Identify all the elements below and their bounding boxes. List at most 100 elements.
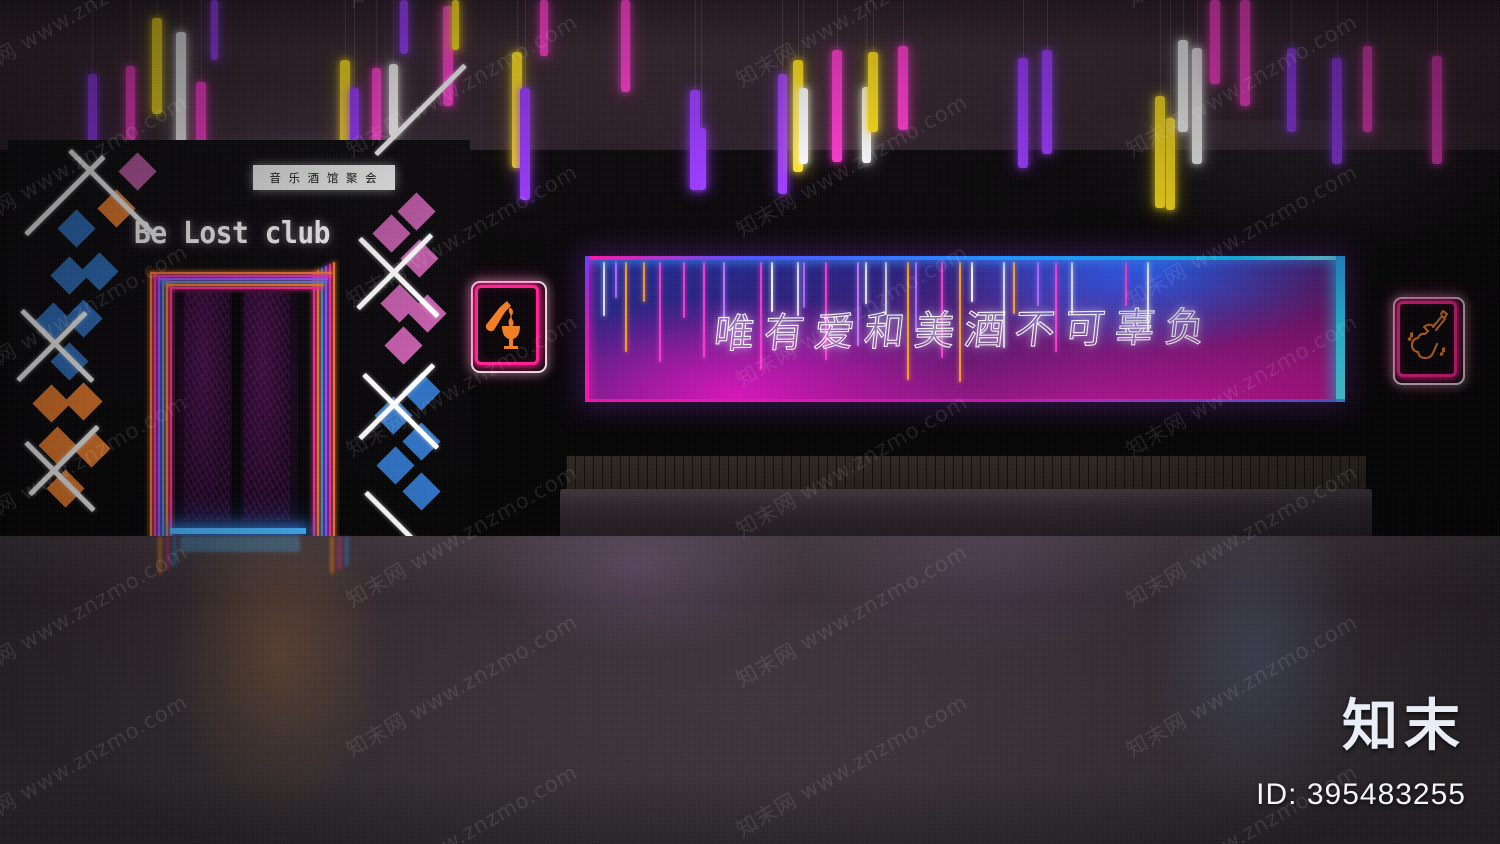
tube-wire [1023, 0, 1024, 58]
tube-wire [525, 0, 526, 88]
tube-wire [376, 0, 377, 68]
door-frame-strip-top [170, 287, 322, 289]
tube-wire [837, 0, 838, 50]
tube-wire [903, 0, 904, 46]
sign-light-bar [971, 262, 973, 302]
tube-wire [803, 0, 804, 88]
door-frame-strip-top [158, 278, 328, 280]
neon-tube [1178, 40, 1188, 132]
banquette-seat [560, 489, 1372, 538]
tube-wire [695, 0, 696, 90]
tube-wire [345, 0, 346, 60]
watermark-logo: 知末 [1342, 694, 1466, 759]
watermark-id: ID: 395483255 [1256, 778, 1466, 811]
chinese-keyword-sign-label: 音 乐 酒 馆 聚 会 [269, 170, 379, 185]
main-backlit-wall-sign: 唯有爱和美酒不可辜负 [585, 256, 1345, 402]
floor-reflection-threshold [180, 536, 300, 552]
tube-wire [1170, 0, 1171, 118]
neon-tube [1192, 48, 1202, 164]
neon-tube [520, 88, 530, 200]
neon-tube [898, 46, 908, 130]
floor-reflection-blue-right [345, 536, 348, 566]
tube-wire [1291, 0, 1292, 48]
neon-tube [1363, 46, 1372, 132]
door-frame-strip-right [317, 270, 319, 538]
door-frame-strip-left [150, 272, 152, 538]
door-frame-strip-left [158, 276, 160, 538]
sign-right-edge-light [1336, 256, 1345, 402]
tube-wire [782, 0, 783, 74]
door-frame-strip-right [325, 266, 327, 538]
sign-light-bar [865, 262, 867, 304]
door-center-seam [232, 290, 241, 538]
door-frame-strip-top [166, 284, 324, 286]
tube-wire [517, 0, 518, 52]
tube-wire [701, 0, 702, 128]
neon-tube [1332, 58, 1342, 164]
door-frame-strip-right [333, 262, 335, 538]
chinese-keyword-sign: 音 乐 酒 馆 聚 会 [253, 165, 395, 190]
tube-wire [873, 0, 874, 52]
neon-tube [1240, 0, 1250, 106]
neon-tube [1432, 56, 1442, 164]
sign-left-edge-light [585, 256, 589, 402]
main-sign-calligraphy: 唯有爱和美酒不可辜负 [711, 304, 1218, 358]
club-name-title: Be Lost club [134, 216, 330, 251]
door-frame-strip-top [162, 281, 326, 283]
tube-wire [798, 0, 799, 60]
door-frame-strip-right [313, 272, 315, 538]
neon-tube [1018, 58, 1028, 168]
tube-wire [1183, 0, 1184, 40]
tube-wire [130, 0, 131, 66]
sign-bottom-edge-light [585, 399, 1345, 402]
neon-tube [540, 0, 548, 56]
door-frame-strip-top [154, 275, 330, 277]
tube-wire [393, 0, 394, 64]
tube-wire [866, 0, 867, 87]
neon-tube [778, 74, 787, 194]
neon-tube [400, 0, 408, 54]
sign-light-bar [615, 262, 617, 298]
bottle-pouring-into-goblet-icon [485, 301, 520, 349]
tube-wire [1047, 0, 1048, 50]
banquette-rib-texture [566, 456, 1366, 491]
floor-reflection-blue-left [173, 536, 176, 566]
door-frame-strip-right [329, 264, 331, 538]
neon-tube [697, 128, 706, 190]
club-name-label: Be Lost club [134, 216, 330, 251]
tube-wire [201, 0, 202, 82]
tube-wire [1437, 0, 1438, 56]
electric-guitar-icon [1407, 309, 1449, 360]
neon-tube [1155, 96, 1165, 208]
floor-reflection-orange-right [330, 536, 334, 574]
tube-wire [92, 0, 93, 74]
tube-wire [181, 0, 182, 32]
neon-tube [1166, 118, 1175, 210]
neon-tube [1042, 50, 1052, 154]
tube-wire [1337, 0, 1338, 58]
door-frame-strip-left [170, 282, 172, 538]
tube-wire [157, 0, 158, 18]
neon-tube [152, 18, 162, 114]
tube-wire [354, 0, 355, 88]
door-frame-strip-left [162, 278, 164, 538]
guitar-plaque[interactable] [1397, 301, 1457, 377]
floor-reflection-pink-left [166, 536, 169, 570]
render-canvas: 音 乐 酒 馆 聚 会 Be Lost club 唯有爱和美酒不可辜负 知末 I… [0, 0, 1500, 844]
door-leaf-left[interactable] [184, 292, 230, 520]
banquette-backrest [566, 456, 1366, 491]
door-frame-strip-left [154, 274, 156, 538]
neon-tube [832, 50, 842, 162]
neon-tube [868, 52, 878, 132]
bottle-glass-plaque[interactable] [475, 285, 539, 365]
neon-tube [799, 88, 808, 164]
sign-light-bar [643, 262, 645, 302]
sign-top-edge-light [585, 256, 1345, 260]
tube-wire [1160, 0, 1161, 96]
neon-tube [211, 0, 218, 60]
door-leaf-right[interactable] [244, 292, 290, 520]
door-frame-strip-left [166, 280, 168, 538]
neon-tube [1287, 48, 1296, 132]
neon-tube [389, 64, 398, 136]
door-frame-strip-right [321, 268, 323, 538]
